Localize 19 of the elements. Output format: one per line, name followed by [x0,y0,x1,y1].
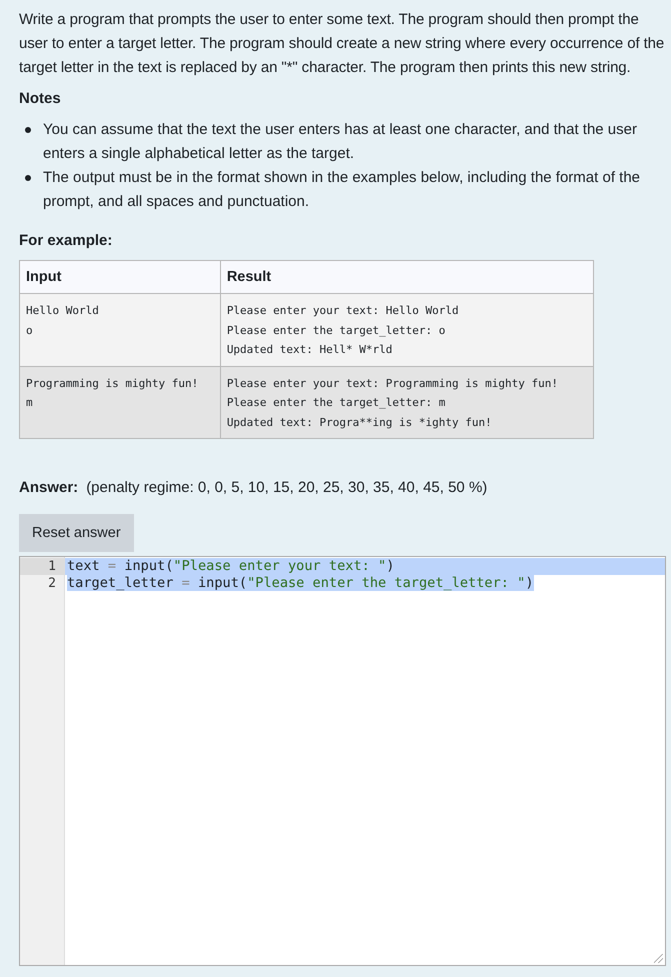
question-text: Write a program that prompts the user to enter some text. The program should then prompt the user to enter a target letter. The program should create a new string where every occurrence of the target letter in the text is replaced by an "*" character. The program then prints this new string. [19,10,666,78]
table-cell: Hello World o [20,294,220,366]
column-header: Input [20,260,220,294]
table-cell: Please enter your text: Hello World Please enter the target_letter: o Updated text: Hell* W*rld [220,294,594,366]
note-text: The output must be in the format shown in the examples below, including the format of the prompt, and all spaces and punctuation. [43,168,642,212]
line-number: 2 [47,575,57,592]
line-number: 1 [20,558,64,575]
example-heading: For example: [19,231,114,251]
bullet-icon [25,127,31,133]
answer-label: Answer: [19,479,78,496]
code-editor[interactable]: 1 2 text = input("Please enter your text: ") target_letter = input("Please enter the target_letter: ") [19,556,666,966]
table-cell: Programming is mighty fun! m [20,366,220,438]
reset-button[interactable]: Reset answer [19,514,134,552]
penalty-text: (penalty regime: 0, 0, 5, 10, 15, 20, 25, 30, 35, 40, 45, 50 %) [86,479,488,496]
column-header: Result [220,260,594,294]
notes-heading: Notes [19,89,62,109]
bullet-icon [25,175,31,181]
note-text: You can assume that the text the user enters has at least one character, and that the user enters a single alphabetical letter as the target. [43,120,638,164]
table-cell: Please enter your text: Programming is mighty fun! Please enter the target_letter: m Updated text: Progra**ing is *ighty fun! [220,366,594,438]
